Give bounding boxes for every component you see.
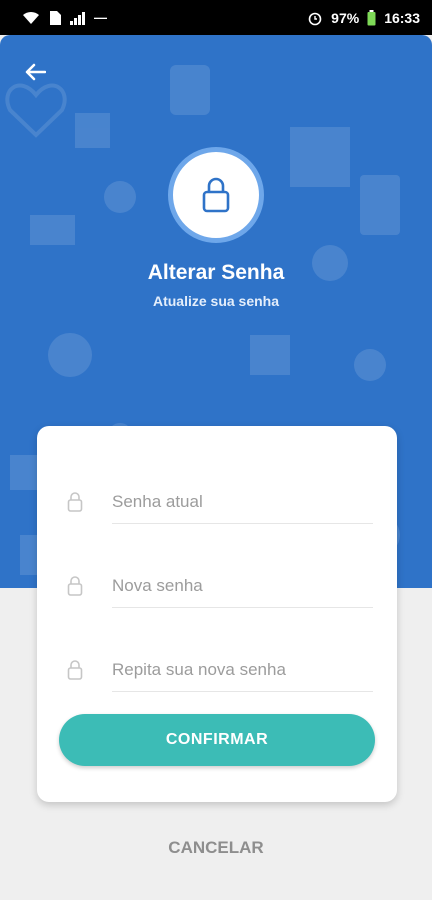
alarm-icon xyxy=(308,12,322,25)
current-password-input[interactable] xyxy=(112,480,373,524)
status-bar: — 97% 16:33 xyxy=(0,0,432,35)
status-time: 16:33 xyxy=(384,9,420,26)
lock-icon xyxy=(61,575,89,597)
repeat-password-input[interactable] xyxy=(112,648,373,692)
battery-icon xyxy=(367,9,376,25)
password-form-card: CONFIRMAR xyxy=(37,426,397,802)
current-password-field xyxy=(61,472,373,532)
new-password-field xyxy=(61,556,373,616)
back-button[interactable] xyxy=(18,55,52,89)
page-subtitle: Atualize sua senha xyxy=(152,293,280,309)
new-password-input[interactable] xyxy=(112,564,373,608)
signal-icon xyxy=(70,11,85,25)
lock-icon xyxy=(61,659,89,681)
sim-icon xyxy=(50,10,61,25)
status-right-icons: 97% 16:33 xyxy=(307,9,420,26)
wifi-icon xyxy=(23,11,39,24)
lock-badge xyxy=(168,147,264,243)
arrow-left-icon xyxy=(25,63,46,81)
confirm-button[interactable]: CONFIRMAR xyxy=(59,714,375,766)
lock-icon xyxy=(61,491,89,513)
repeat-password-field xyxy=(61,640,373,700)
cancel-button[interactable]: CANCELAR xyxy=(0,838,432,858)
status-left-icons: — xyxy=(22,10,107,26)
notification-dash-icon: — xyxy=(94,10,107,25)
page-title: Alterar Senha xyxy=(147,261,285,284)
battery-percent: 97% xyxy=(331,9,360,26)
lock-icon xyxy=(202,177,230,213)
